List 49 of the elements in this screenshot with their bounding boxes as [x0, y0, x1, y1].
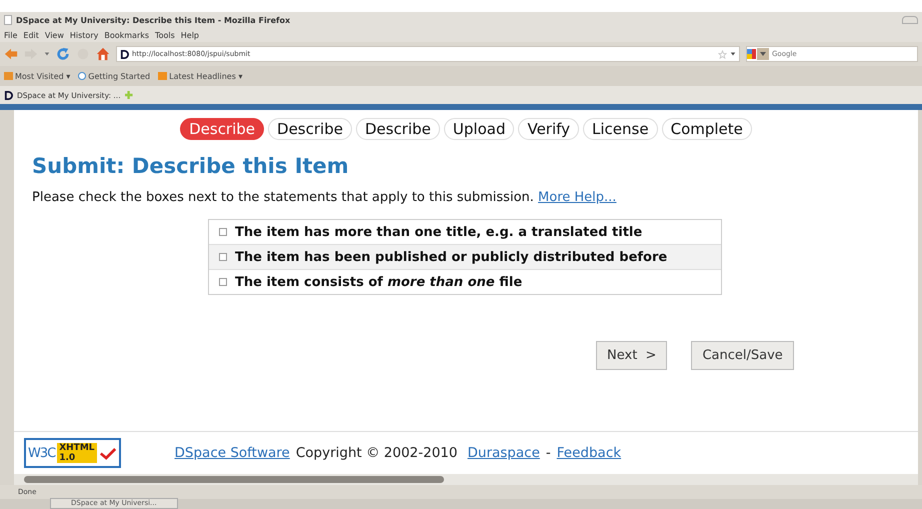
progress-step[interactable]: Describe	[268, 118, 352, 140]
separator-text: -	[546, 445, 551, 461]
software-link[interactable]: DSpace Software	[174, 445, 290, 461]
back-icon[interactable]	[4, 47, 18, 61]
bookmark-item[interactable]: Latest Headlines ▾	[169, 72, 242, 80]
menu-item[interactable]: View	[44, 30, 64, 40]
dropdown-icon[interactable]	[730, 51, 736, 57]
feedback-link[interactable]: Feedback	[556, 445, 622, 461]
folder-icon	[4, 72, 13, 80]
form-button[interactable]: Cancel/Save	[691, 341, 794, 370]
dropdown-icon[interactable]	[44, 51, 50, 57]
checkbox[interactable]	[219, 228, 227, 236]
progress-step[interactable]: Describe	[180, 118, 264, 140]
option-label: The item has more than one title, e.g. a translated title	[235, 224, 642, 240]
bookmark-item[interactable]: Getting Started	[88, 72, 150, 80]
help-link[interactable]: More Help...	[538, 190, 616, 205]
menu-item[interactable]: Tools	[155, 30, 175, 40]
progress-step[interactable]: Complete	[662, 118, 752, 140]
progress-step[interactable]: Upload	[444, 118, 514, 140]
checkbox[interactable]	[219, 253, 227, 261]
window-title: DSpace at My University: Describe this Item - Mozilla Firefox	[16, 16, 292, 24]
duraspace-link[interactable]: Duraspace	[468, 445, 540, 461]
menu-item[interactable]: Edit	[23, 30, 39, 40]
site-icon	[4, 90, 13, 100]
menu-item[interactable]: History	[70, 30, 98, 40]
bookmark-item[interactable]: Most Visited ▾	[15, 72, 70, 80]
option-label: The item consists of more than one file	[235, 274, 522, 290]
menu-item[interactable]: Help	[180, 30, 200, 40]
progress-step[interactable]: Verify	[518, 118, 580, 140]
progress-step[interactable]: Describe	[356, 118, 440, 140]
feed-icon	[158, 72, 168, 80]
home-icon[interactable]	[96, 47, 110, 61]
checkbox[interactable]	[219, 278, 227, 286]
page-icon	[78, 72, 86, 80]
horizontal-scrollbar[interactable]	[14, 474, 918, 485]
menu-item[interactable]: File	[4, 30, 18, 40]
menu-item[interactable]: Bookmarks	[104, 30, 150, 40]
search-engine-icon[interactable]	[747, 48, 769, 60]
page-heading: Submit: Describe this Item	[32, 154, 350, 178]
site-icon	[120, 50, 129, 58]
option-label: The item has been published or publicly distributed before	[235, 250, 668, 264]
copyright-text: Copyright © 2002-2010	[296, 445, 458, 461]
new-tab-icon[interactable]	[124, 91, 133, 99]
intro-text: Please check the boxes next to the statements that apply to this submission.	[32, 190, 534, 205]
window-controls-icon[interactable]	[902, 16, 918, 24]
progress-step[interactable]: License	[583, 118, 658, 140]
star-icon[interactable]	[718, 50, 727, 58]
reload-icon[interactable]	[56, 47, 70, 61]
form-button[interactable]: Next >	[596, 341, 668, 370]
